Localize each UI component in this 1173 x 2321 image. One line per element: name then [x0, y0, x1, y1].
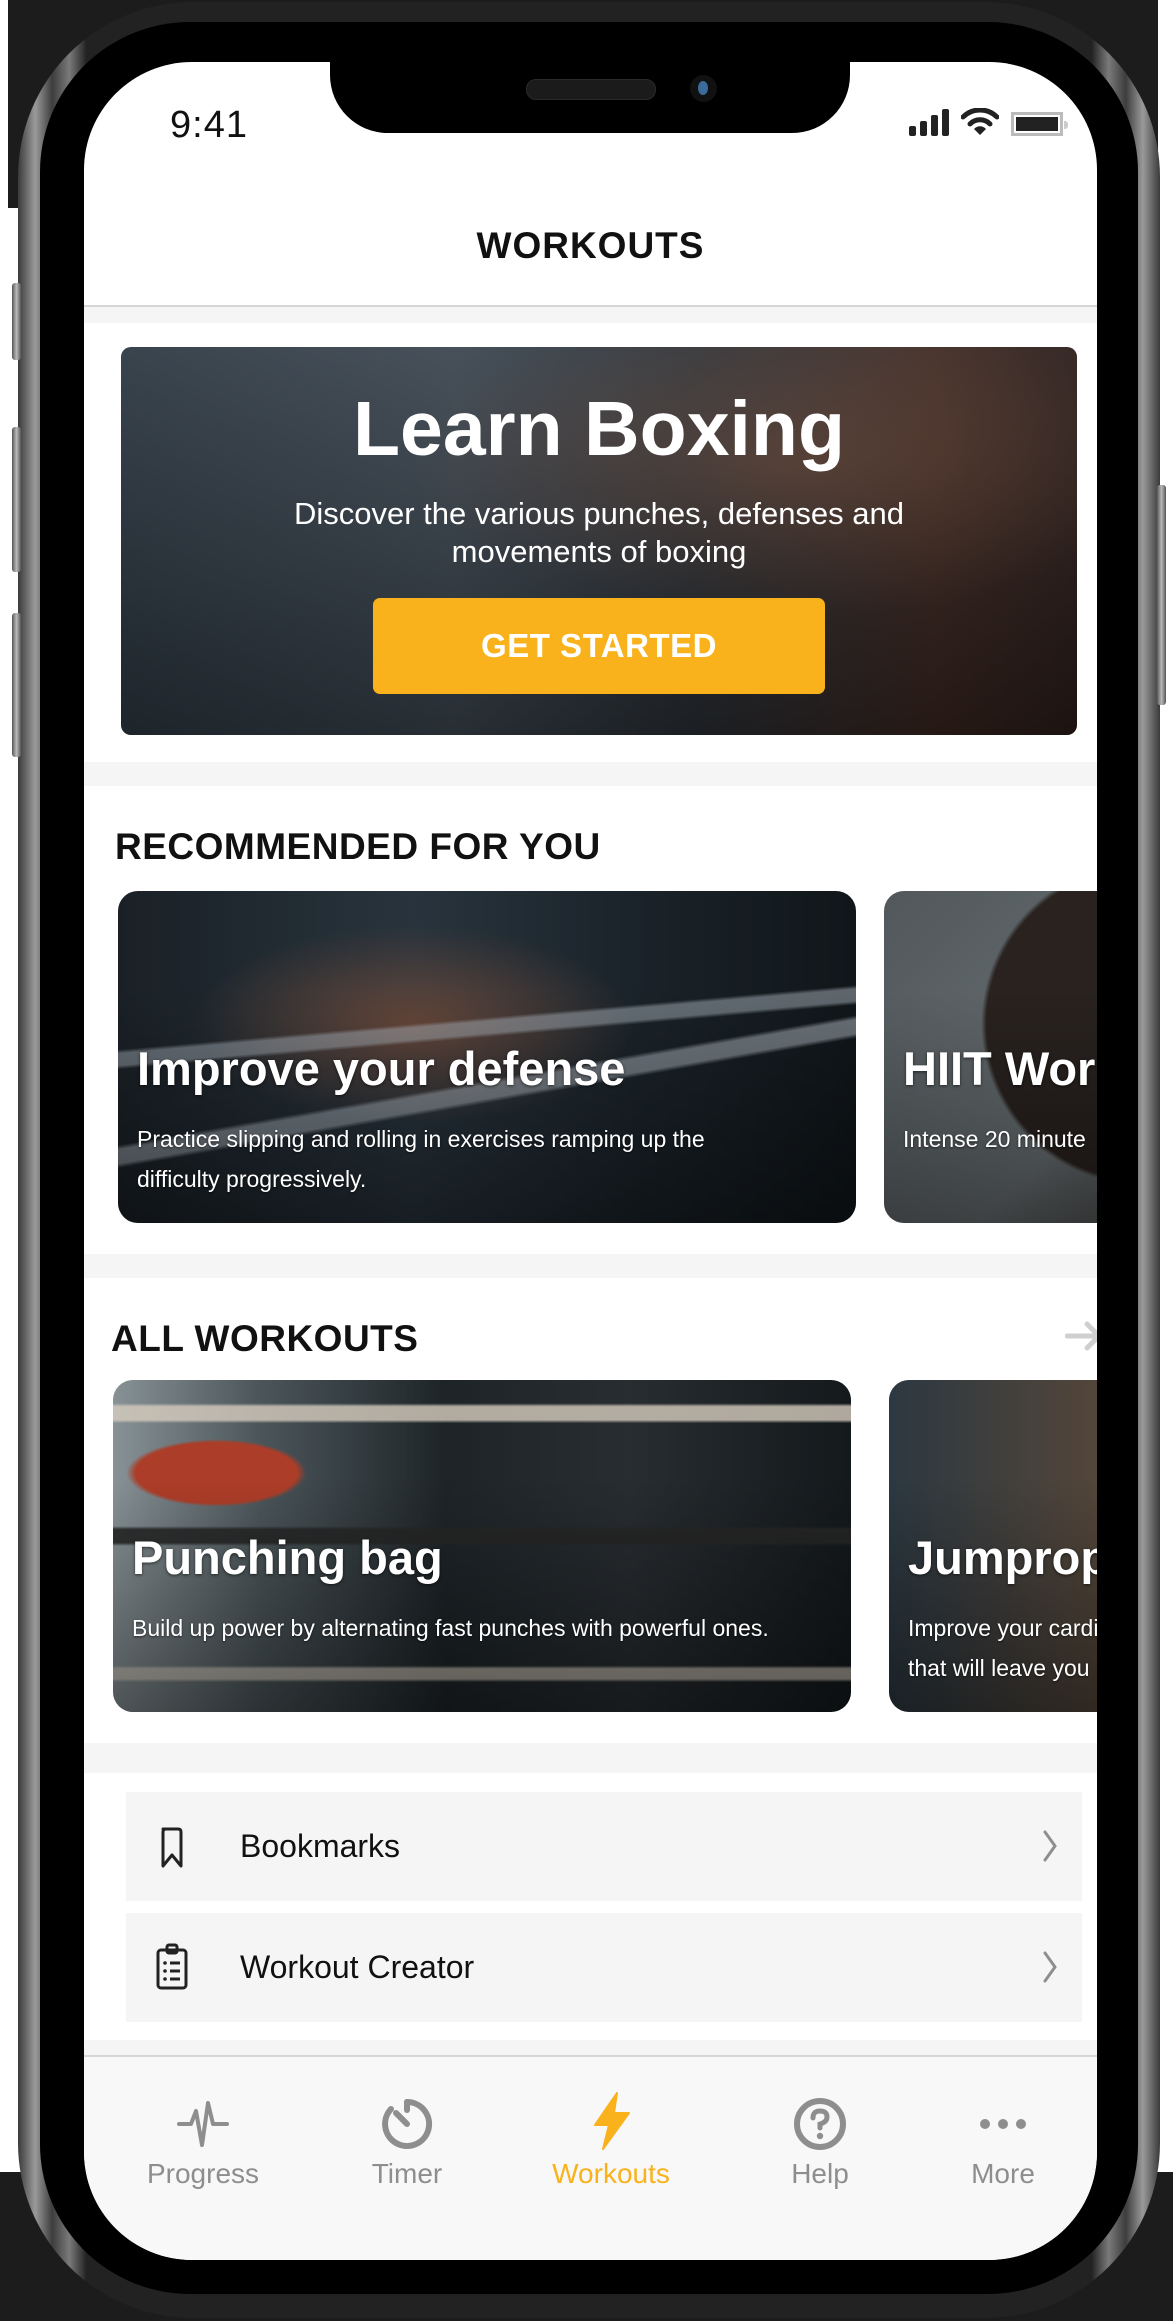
card-title: Punching bag — [132, 1531, 443, 1584]
recommended-carousel[interactable]: Improve your defense Practice slipping a… — [84, 891, 1097, 1223]
question-circle-icon — [794, 2098, 846, 2150]
battery-icon — [1011, 112, 1068, 136]
arrow-right-icon[interactable] — [1065, 1320, 1097, 1352]
section-separator — [84, 1743, 1097, 1773]
speaker — [526, 79, 656, 100]
workout-card[interactable]: Jumprop Improve your cardi that will lea… — [889, 1380, 1097, 1712]
tab-more[interactable]: More — [913, 2057, 1093, 2197]
volume-up-button — [12, 427, 21, 572]
heartbeat-icon — [177, 2101, 229, 2147]
power-button — [1157, 485, 1166, 705]
all-workouts-section-title: ALL WORKOUTS — [111, 1318, 419, 1359]
get-started-button[interactable]: GET STARTED — [373, 598, 825, 694]
tab-label: Timer — [371, 2158, 443, 2189]
tab-label: Help — [791, 2158, 849, 2189]
app-screen: 9:41 WORKOUTS Learn Boxing Discover the … — [84, 62, 1097, 2260]
card-title: Jumprop — [908, 1531, 1097, 1584]
chevron-right-icon — [1043, 1951, 1057, 1983]
card-title: Improve your defense — [137, 1042, 626, 1095]
cellular-signal-icon — [909, 108, 949, 136]
tab-label: Progress — [146, 2158, 260, 2189]
tab-label: More — [971, 2158, 1035, 2189]
notch — [330, 62, 850, 133]
bookmarks-row[interactable]: Bookmarks — [126, 1792, 1082, 1901]
lightning-bolt-icon — [594, 2092, 630, 2150]
status-time: 9:41 — [170, 104, 248, 146]
card-description: Intense 20 minute — [903, 1126, 1086, 1152]
tab-bar: Progress Timer Workouts Help More — [84, 2055, 1097, 2260]
section-separator — [84, 1254, 1097, 1278]
workout-creator-label: Workout Creator — [240, 1949, 475, 1985]
recommended-section-title: RECOMMENDED FOR YOU — [115, 826, 601, 867]
wifi-icon — [961, 108, 999, 135]
tab-timer[interactable]: Timer — [317, 2057, 497, 2197]
volume-down-button — [12, 613, 21, 757]
tab-workouts[interactable]: Workouts — [521, 2057, 701, 2197]
status-icons — [909, 108, 1068, 136]
tab-label: Workouts — [552, 2158, 670, 2189]
chevron-right-icon — [1043, 1830, 1057, 1862]
card-description: Improve your cardi that will leave you — [908, 1615, 1097, 1681]
section-separator — [84, 2040, 1097, 2055]
tab-help[interactable]: Help — [730, 2057, 910, 2197]
all-workouts-carousel[interactable]: Punching bag Build up power by alternati… — [84, 1380, 1097, 1712]
bookmarks-label: Bookmarks — [240, 1828, 401, 1864]
silent-switch — [12, 283, 21, 360]
workout-creator-row[interactable]: Workout Creator — [126, 1913, 1082, 2022]
clipboard-list-icon — [156, 1943, 188, 1990]
section-separator — [84, 762, 1097, 786]
card-title: HIIT Wor — [903, 1042, 1096, 1095]
page-title: WORKOUTS — [476, 225, 705, 266]
bookmark-icon — [161, 1827, 183, 1868]
workout-card[interactable]: Punching bag Build up power by alternati… — [113, 1380, 851, 1712]
workout-card[interactable]: HIIT Wor Intense 20 minute — [884, 891, 1097, 1223]
learn-boxing-banner[interactable]: Learn Boxing Discover the various punche… — [121, 347, 1077, 735]
tab-progress[interactable]: Progress — [113, 2057, 293, 2197]
card-description: Build up power by alternating fast punch… — [132, 1615, 769, 1641]
more-dots-icon — [980, 2119, 1026, 2129]
stopwatch-icon — [382, 2098, 433, 2149]
hero-title: Learn Boxing — [352, 386, 845, 472]
front-camera — [690, 75, 717, 102]
card-description: Practice slipping and rolling in exercis… — [137, 1126, 705, 1192]
section-separator — [84, 307, 1097, 323]
hero-subtitle: Discover the various punches, defenses a… — [293, 496, 905, 569]
workout-card[interactable]: Improve your defense Practice slipping a… — [118, 891, 856, 1223]
